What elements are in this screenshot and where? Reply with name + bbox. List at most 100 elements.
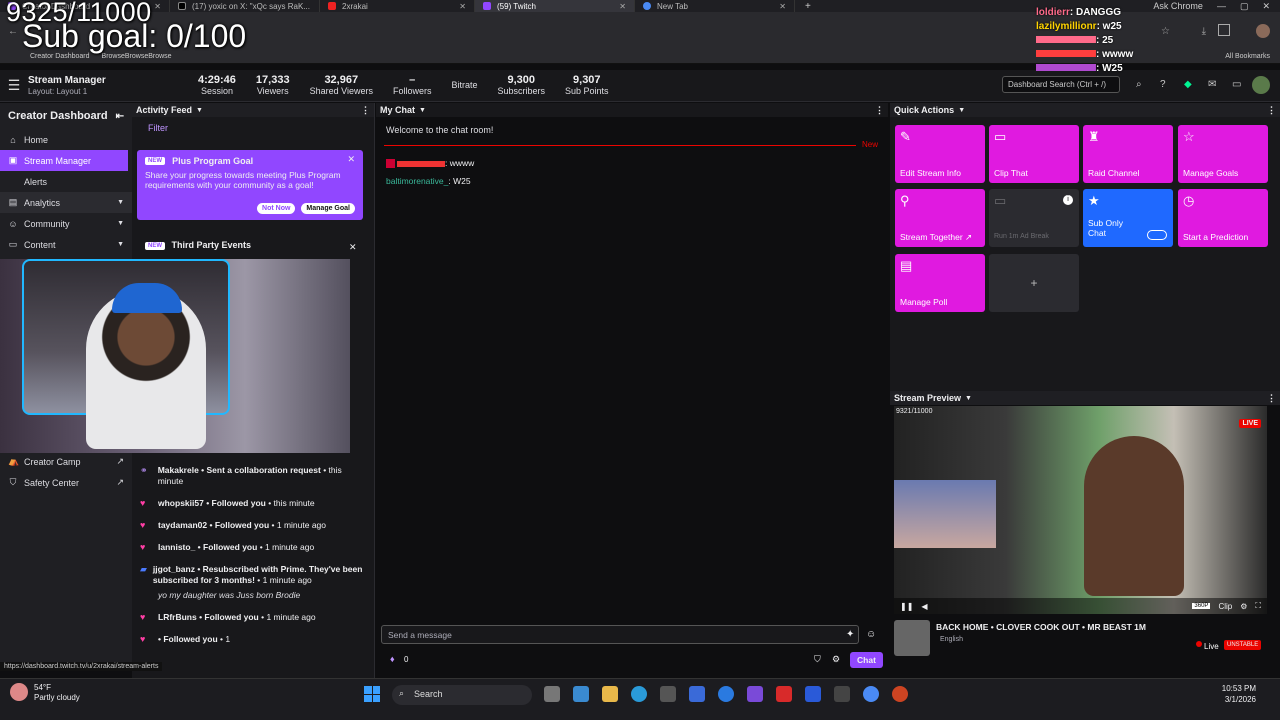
start-icon[interactable] — [364, 686, 380, 702]
chevron-down-icon[interactable]: ▼ — [419, 107, 426, 114]
new-tab-icon[interactable]: + — [795, 1, 811, 12]
filter-link[interactable]: Filter — [132, 117, 374, 139]
settings-icon[interactable]: ⚙ — [832, 654, 840, 665]
sidebar-item-safety-center[interactable]: ⛉ Safety Center ↗ — [0, 472, 132, 493]
mod-shield-icon[interactable]: ⛉ — [814, 654, 821, 665]
close-icon[interactable]: ✕ — [349, 242, 357, 253]
raid-icon: ♜ — [1088, 129, 1100, 144]
file-explorer-icon[interactable] — [602, 686, 618, 702]
chat-send-button[interactable]: Chat — [850, 652, 883, 668]
obs-icon[interactable] — [834, 686, 850, 702]
task-view-icon[interactable] — [544, 686, 560, 702]
overlay-chat-msg: : 25 — [1096, 35, 1114, 46]
info-icon[interactable]: i — [1063, 195, 1073, 205]
menu-icon[interactable]: ☰ — [0, 77, 28, 94]
chevron-down-icon[interactable]: ▼ — [958, 107, 965, 114]
stream-manager-title[interactable]: Stream Manager Layout: Layout 1 — [28, 75, 188, 97]
run-ad-break-button[interactable]: ▭ i Run 1m Ad Break — [989, 189, 1079, 247]
tile-label: Manage Poll — [900, 297, 948, 307]
pause-icon[interactable]: ❚❚ — [900, 602, 913, 611]
app-icon[interactable] — [892, 686, 908, 702]
chevron-down-icon[interactable]: ▼ — [196, 107, 203, 114]
close-icon[interactable]: ✕ — [347, 154, 355, 165]
settings-app-icon[interactable] — [689, 686, 705, 702]
whispers-icon[interactable]: ▭ — [1232, 79, 1241, 90]
clip-that-button[interactable]: ▭ Clip That — [989, 125, 1079, 183]
bits-icon[interactable]: ◆ — [1184, 79, 1192, 90]
manage-poll-button[interactable]: ▤ Manage Poll — [895, 254, 985, 312]
stream-together-button[interactable]: ⚲ Stream Together ↗ — [895, 189, 985, 247]
stream-preview-header: Stream Preview ▼ ⋮ — [890, 391, 1280, 405]
not-now-button[interactable]: Not Now — [257, 203, 296, 214]
manage-goals-button[interactable]: ☆ Manage Goals — [1178, 125, 1268, 183]
taskbar-search[interactable]: ⌕ Search — [392, 685, 532, 705]
browser-tab-active[interactable]: (59) Twitch ✕ — [475, 0, 635, 12]
sidebar-item-label: Home — [24, 134, 49, 145]
volume-icon[interactable]: ◀ — [921, 602, 927, 611]
dashboard-search-input[interactable]: Dashboard Search (Ctrl + /) — [1002, 76, 1120, 93]
chrome-icon[interactable] — [863, 686, 879, 702]
app-icon[interactable] — [718, 686, 734, 702]
sub-only-chat-button[interactable]: ★ Sub Only Chat — [1083, 189, 1173, 247]
more-options-icon[interactable]: ⋮ — [1267, 105, 1276, 116]
clip-button[interactable]: Clip — [1218, 602, 1232, 611]
sidebar-item-home[interactable]: ⌂ Home — [0, 129, 132, 150]
store-icon[interactable] — [660, 686, 676, 702]
browser-tab[interactable]: (17) yoxic on X: "xQc says RaK...✕ — [170, 0, 320, 12]
help-icon[interactable]: ? — [1160, 79, 1166, 90]
list-item[interactable]: ♥ • Followed you • 1 — [140, 634, 364, 645]
chevron-down-icon[interactable]: ▼ — [965, 395, 972, 402]
close-icon[interactable]: ✕ — [609, 2, 626, 11]
close-icon[interactable]: ✕ — [310, 2, 319, 11]
edge-icon[interactable] — [631, 686, 647, 702]
list-item[interactable]: ▰ jjgot_banz • Resubscribed with Prime. T… — [140, 564, 364, 586]
stream-preview-video[interactable]: 9321/11000 LIVE ❚❚ ◀ 360P Clip ⚙ ⛶ — [894, 406, 1267, 614]
bits-icon[interactable]: ✦ — [846, 629, 854, 640]
tab-label: 2xrakai — [342, 1, 368, 11]
weather-widget[interactable]: 54°F Partly cloudy — [10, 683, 80, 703]
sidebar-item-creator-camp[interactable]: ⛺ Creator Camp ↗ — [0, 451, 132, 472]
more-options-icon[interactable]: ⋮ — [361, 105, 370, 116]
notifications-icon[interactable]: ✉ — [1208, 79, 1216, 90]
list-item[interactable]: ♥ taydaman02 • Followed you • 1 minute ag… — [140, 520, 364, 531]
stat-bitrate: Bitrate — [441, 80, 487, 91]
add-action-button[interactable]: + — [989, 254, 1079, 312]
user-avatar[interactable] — [1252, 76, 1270, 94]
adobe-icon[interactable] — [776, 686, 792, 702]
list-item[interactable]: ♥ lannisto_ • Followed you • 1 minute ago — [140, 542, 364, 553]
search-icon[interactable]: ⌕ — [1136, 79, 1142, 90]
browser-tab[interactable]: 2xrakai ✕ — [320, 0, 475, 12]
channel-points-icon[interactable]: ♦ — [390, 654, 395, 664]
sidebar-item-analytics[interactable]: ▤ Analytics ▼ — [0, 192, 132, 213]
fullscreen-icon[interactable]: ⛶ — [1255, 601, 1261, 611]
settings-icon[interactable]: ⚙ — [1240, 602, 1247, 611]
list-item[interactable]: ♥ whopskii57 • Followed you • this minute — [140, 498, 364, 509]
sub-only-toggle[interactable] — [1147, 230, 1167, 240]
vscode-icon[interactable] — [805, 686, 821, 702]
sidebar-item-community[interactable]: ☺ Community ▼ — [0, 213, 132, 234]
list-item[interactable]: ♥ LRfrBuns • Followed you • 1 minute ago — [140, 612, 364, 623]
emote-icon[interactable]: ☺ — [866, 629, 876, 640]
discord-icon[interactable] — [747, 686, 763, 702]
close-icon[interactable]: ✕ — [449, 2, 466, 11]
sidebar-item-content[interactable]: ▭ Content ▼ — [0, 234, 132, 255]
language-tag[interactable]: English — [940, 636, 963, 643]
raid-channel-button[interactable]: ♜ Raid Channel — [1083, 125, 1173, 183]
stat-value: 32,967 — [324, 73, 359, 86]
webcam-frame — [22, 259, 230, 449]
chat-input[interactable]: Send a message — [381, 625, 859, 644]
close-icon[interactable]: ✕ — [769, 2, 786, 11]
copilot-icon[interactable] — [573, 686, 589, 702]
collapse-icon[interactable]: ⇤ — [116, 111, 124, 122]
more-options-icon[interactable]: ⋮ — [1267, 393, 1276, 404]
manage-goal-button[interactable]: Manage Goal — [301, 203, 355, 214]
taskbar-clock[interactable]: 10:53 PM 3/1/2026 — [1222, 683, 1256, 705]
sidebar-item-alerts[interactable]: Alerts — [0, 171, 132, 192]
chat-username[interactable]: baltimorenative_ — [386, 176, 448, 186]
more-options-icon[interactable]: ⋮ — [875, 105, 884, 116]
browser-tab[interactable]: New Tab ✕ — [635, 0, 795, 12]
edit-stream-info-button[interactable]: ✎ Edit Stream Info — [895, 125, 985, 183]
start-prediction-button[interactable]: ◷ Start a Prediction — [1178, 189, 1268, 247]
list-item[interactable]: ⚭ Makakrele • Sent a collaboration reques… — [140, 465, 364, 487]
sidebar-item-stream-manager[interactable]: ▣ Stream Manager — [0, 150, 128, 171]
